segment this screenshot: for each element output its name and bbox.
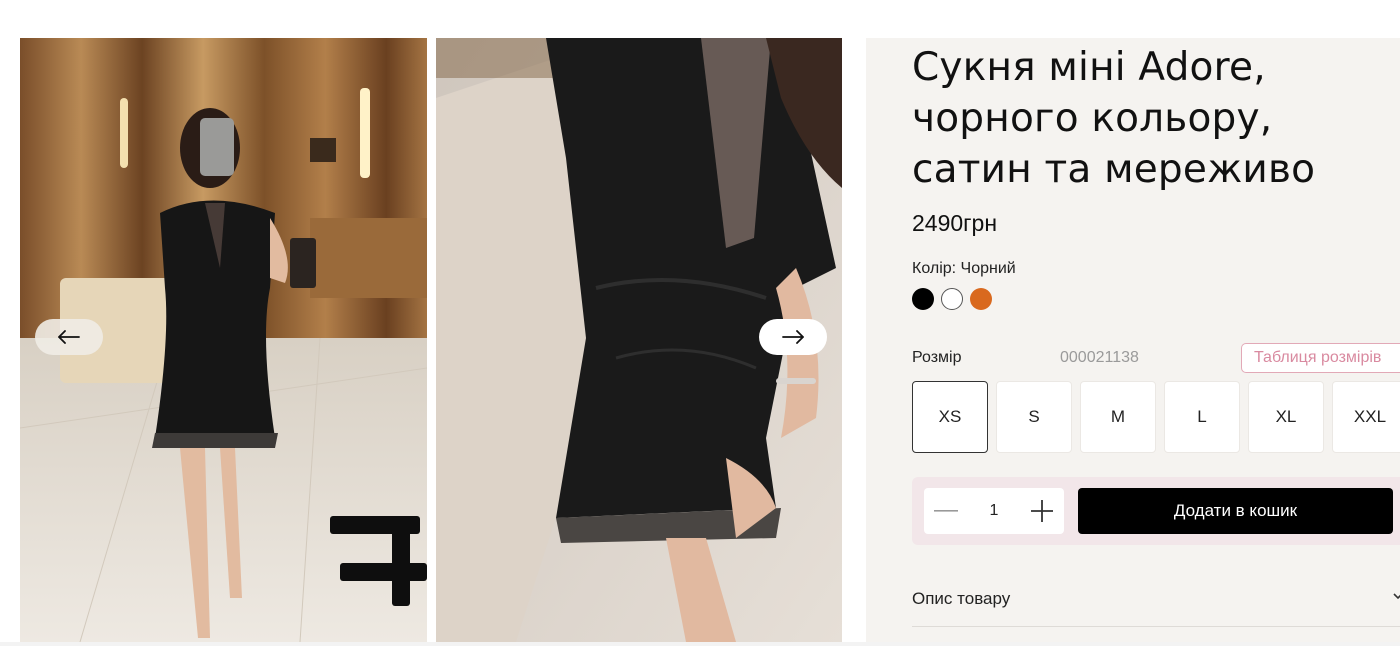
size-option-xl[interactable]: XL xyxy=(1248,381,1324,453)
color-label: Колір: Чорний xyxy=(912,260,1016,277)
plus-icon xyxy=(1031,500,1053,522)
size-option-l[interactable]: L xyxy=(1164,381,1240,453)
product-price: 2490грн xyxy=(912,210,998,236)
arrow-right-icon xyxy=(782,330,804,344)
size-option-xxl[interactable]: XXL xyxy=(1332,381,1400,453)
description-accordion[interactable]: Опис товару xyxy=(912,584,1400,627)
size-table-button[interactable]: Таблиця розмірів xyxy=(1241,343,1400,373)
product-gallery xyxy=(0,0,860,646)
product-sku: 000021138 xyxy=(1060,349,1139,366)
color-swatch-black[interactable] xyxy=(912,288,934,310)
minus-icon xyxy=(934,510,958,512)
size-label: Розмір xyxy=(912,349,962,366)
color-swatch-orange[interactable] xyxy=(970,288,992,310)
size-option-m[interactable]: M xyxy=(1080,381,1156,453)
size-options: XS S M L XL XXL xyxy=(912,381,1400,453)
gallery-prev-button[interactable] xyxy=(35,319,103,355)
color-swatches xyxy=(912,288,992,310)
add-to-cart-button[interactable]: Додати в кошик xyxy=(1078,488,1393,534)
quantity-input[interactable] xyxy=(968,495,1020,527)
description-label: Опис товару xyxy=(912,589,1011,608)
product-title: Сукня міні Adore, чорного кольору, сатин… xyxy=(912,45,1316,192)
bottom-divider xyxy=(0,642,1400,646)
quantity-decrease-button[interactable] xyxy=(924,488,968,534)
quantity-stepper xyxy=(924,488,1064,534)
arrow-left-icon xyxy=(58,330,80,344)
size-option-xs[interactable]: XS xyxy=(912,381,988,453)
quantity-increase-button[interactable] xyxy=(1020,488,1064,534)
color-swatch-white[interactable] xyxy=(941,288,963,310)
size-option-s[interactable]: S xyxy=(996,381,1072,453)
chevron-down-icon xyxy=(1393,593,1400,600)
gallery-next-button[interactable] xyxy=(759,319,827,355)
